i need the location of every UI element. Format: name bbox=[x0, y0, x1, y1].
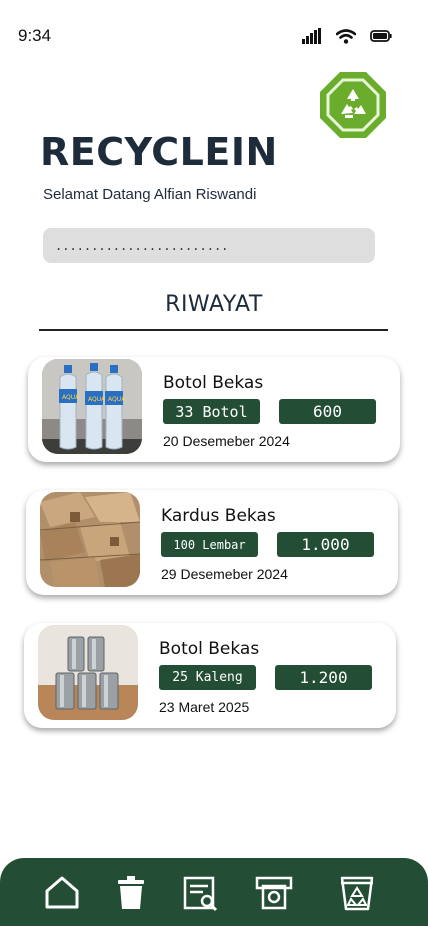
status-bar: 9:34 bbox=[0, 0, 428, 60]
svg-text:AQUA: AQUA bbox=[88, 396, 106, 403]
cardboard-image bbox=[40, 492, 140, 587]
divider bbox=[39, 329, 388, 331]
quantity-badge: 100 Lembar bbox=[161, 532, 258, 557]
history-card[interactable]: Kardus Bekas 100 Lembar 1.000 29 Desemeb… bbox=[26, 490, 398, 595]
quantity-badge: 33 Botol bbox=[163, 399, 260, 424]
cans-image bbox=[38, 625, 138, 720]
history-card[interactable]: AQUA AQUA AQUA Botol Bekas 33 Botol 600 … bbox=[28, 357, 400, 462]
wifi-icon bbox=[336, 28, 356, 44]
status-time: 9:34 bbox=[18, 26, 52, 45]
item-name: Botol Bekas bbox=[159, 639, 260, 659]
status-icons bbox=[302, 28, 392, 44]
report-search-icon[interactable] bbox=[181, 874, 219, 912]
bottles-image: AQUA AQUA AQUA bbox=[42, 359, 142, 454]
trash-icon[interactable] bbox=[112, 874, 150, 912]
value-badge: 600 bbox=[279, 399, 376, 424]
svg-text:AQUA: AQUA bbox=[108, 396, 126, 403]
history-title: RIWAYAT bbox=[165, 292, 263, 317]
item-date: 20 Desemeber 2024 bbox=[163, 433, 290, 449]
battery-icon bbox=[370, 30, 392, 42]
svg-text:AQUA: AQUA bbox=[62, 394, 80, 401]
search-input[interactable] bbox=[43, 228, 375, 263]
recycle-icon bbox=[320, 72, 386, 138]
recycle-bin-icon[interactable] bbox=[338, 874, 376, 912]
bottom-nav bbox=[0, 858, 428, 926]
signal-icon bbox=[302, 28, 321, 44]
item-name: Botol Bekas bbox=[163, 373, 264, 393]
item-name: Kardus Bekas bbox=[161, 506, 276, 526]
value-badge: 1.000 bbox=[277, 532, 374, 557]
value-badge: 1.200 bbox=[275, 665, 372, 690]
app-logo[interactable] bbox=[320, 72, 386, 138]
welcome-text: Selamat Datang Alfian Riswandi bbox=[43, 186, 257, 203]
history-card[interactable]: Botol Bekas 25 Kaleng 1.200 23 Maret 202… bbox=[24, 623, 396, 728]
money-icon[interactable] bbox=[255, 874, 293, 912]
app-title: RECYCLEIN bbox=[40, 130, 278, 174]
item-date: 23 Maret 2025 bbox=[159, 699, 250, 715]
home-icon[interactable] bbox=[43, 874, 81, 912]
item-date: 29 Desemeber 2024 bbox=[161, 566, 288, 582]
quantity-badge: 25 Kaleng bbox=[159, 665, 256, 690]
